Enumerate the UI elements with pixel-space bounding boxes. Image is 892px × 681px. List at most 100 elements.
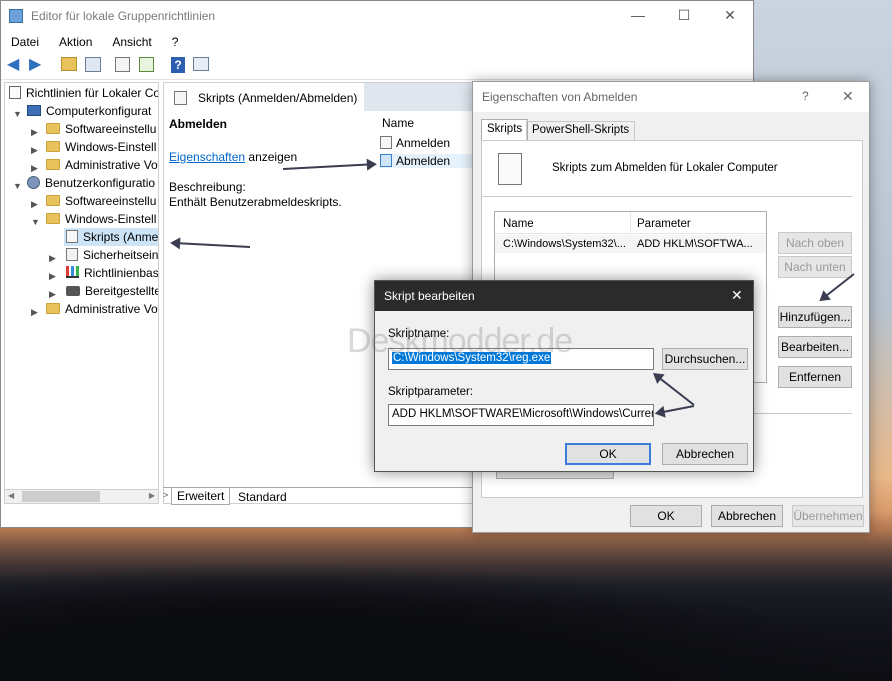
edit-dialog-title: Skript bearbeiten [375, 281, 753, 311]
tree-computer-config[interactable]: Computerkonfigurat [27, 102, 151, 120]
show-hide-tree-icon[interactable] [85, 57, 101, 72]
help-button[interactable]: ? [802, 89, 809, 103]
export-icon[interactable] [139, 57, 154, 72]
menu-help[interactable]: ? [162, 31, 189, 53]
cancel-button[interactable]: Abbrechen [662, 443, 748, 465]
tab-skripts[interactable]: Skripts [481, 119, 529, 141]
expand-chevron[interactable]: ▶ [31, 163, 38, 174]
tree-item[interactable]: Bereitgestellte [64, 282, 158, 300]
move-up-button[interactable]: Nach oben [778, 232, 852, 254]
close-button[interactable]: ✕ [731, 287, 743, 304]
list-item-anmelden[interactable]: Anmelden [380, 136, 450, 150]
add-button[interactable]: Hinzufügen... [778, 306, 852, 328]
expand-chevron[interactable]: ▶ [49, 271, 56, 282]
edit-script-dialog: Skript bearbeiten ✕ Skriptname: C:\Windo… [374, 280, 754, 472]
scripts-heading: Skripts zum Abmelden für Lokaler Compute… [552, 162, 778, 174]
forward-icon[interactable]: ▶ [29, 57, 47, 75]
section-title: Abmelden [169, 117, 228, 131]
computer-icon [27, 105, 41, 116]
properties-icon[interactable] [115, 57, 130, 72]
tree-user-config[interactable]: Benutzerkonfiguratio [27, 174, 155, 192]
minimize-button[interactable]: — [615, 1, 661, 31]
folder-icon [46, 213, 60, 224]
chart-icon [66, 266, 79, 278]
tree-horizontal-scrollbar[interactable]: ◀ ▶ [4, 489, 159, 504]
expand-chevron[interactable]: ▶ [31, 145, 38, 156]
folder-icon [46, 123, 60, 134]
tab-scroll-icon[interactable]: > [163, 490, 168, 500]
properties-suffix: anzeigen [248, 150, 298, 164]
expand-chevron[interactable]: ▶ [49, 253, 56, 264]
printer-icon [66, 286, 80, 296]
expand-chevron[interactable]: ▶ [31, 199, 38, 210]
script-parameter-input[interactable]: ADD HKLM\SOFTWARE\Microsoft\Windows\Curr… [388, 404, 654, 426]
script-row-name: C:\Windows\System32\... [503, 238, 626, 250]
collapse-chevron[interactable]: ▼ [31, 217, 40, 227]
column-name[interactable]: Name [503, 218, 534, 230]
filter-icon[interactable] [193, 57, 209, 71]
properties-dialog-title: Eigenschaften von Abmelden [473, 82, 869, 112]
ok-button[interactable]: OK [565, 443, 651, 465]
properties-line: Eigenschaften anzeigen [169, 150, 297, 164]
menu-aktion[interactable]: Aktion [49, 31, 102, 53]
up-folder-icon[interactable] [61, 57, 77, 71]
script-icon [66, 230, 78, 243]
tab-standard[interactable]: Standard [233, 489, 292, 506]
edit-button[interactable]: Bearbeiten... [778, 336, 852, 358]
maximize-button[interactable]: ☐ [661, 1, 707, 31]
back-icon[interactable]: ◀ [7, 57, 25, 75]
expand-chevron[interactable]: ▶ [31, 307, 38, 318]
tree-root[interactable]: Richtlinien für Lokaler Co [9, 84, 158, 102]
tree-item[interactable]: Windows-Einstell [46, 138, 156, 156]
tree-item-scripts-selected[interactable]: Skripts (Anmel [64, 228, 158, 246]
list-item-abmelden[interactable]: Abmelden [380, 154, 475, 168]
move-down-button[interactable]: Nach unten [778, 256, 852, 278]
help-icon[interactable]: ? [171, 57, 185, 73]
tree-item[interactable]: Administrative Vo [46, 156, 158, 174]
tab-powershell-skripts[interactable]: PowerShell-Skripts [526, 121, 636, 141]
browse-button[interactable]: Durchsuchen... [662, 348, 748, 370]
tree-item[interactable]: Softwareeinstellu [46, 120, 156, 138]
scroll-right-icon[interactable]: ▶ [149, 491, 155, 500]
description-label: Beschreibung: [169, 180, 246, 194]
menu-ansicht[interactable]: Ansicht [102, 31, 161, 53]
menu-bar: Datei Aktion Ansicht ? [1, 31, 753, 53]
apply-button[interactable]: Übernehmen [792, 505, 864, 527]
view-tabs: > Erweitert Standard [163, 487, 474, 505]
remove-button[interactable]: Entfernen [778, 366, 852, 388]
script-icon [380, 154, 392, 167]
app-icon [9, 9, 23, 23]
properties-link[interactable]: Eigenschaften [169, 150, 245, 164]
script-parameter-label: Skriptparameter: [388, 386, 474, 398]
close-button[interactable]: ✕ [842, 88, 854, 105]
column-header-name[interactable]: Name [382, 116, 414, 130]
folder-icon [46, 195, 60, 206]
expand-chevron[interactable]: ▶ [31, 127, 38, 138]
tree-item[interactable]: Windows-Einstell [46, 210, 156, 228]
user-icon [27, 176, 40, 189]
menu-datei[interactable]: Datei [1, 31, 49, 53]
collapse-chevron[interactable]: ▼ [13, 109, 22, 119]
collapse-chevron[interactable]: ▼ [13, 181, 22, 191]
close-button[interactable]: ✕ [707, 1, 753, 31]
folder-icon [46, 159, 60, 170]
ok-button[interactable]: OK [630, 505, 702, 527]
script-document-icon [498, 153, 522, 185]
tree-item[interactable]: Administrative Vo [46, 300, 158, 318]
tab-erweitert[interactable]: Erweitert [171, 488, 231, 505]
tree-item[interactable]: Softwareeinstellu [46, 192, 156, 210]
scroll-left-icon[interactable]: ◀ [8, 491, 14, 500]
divider [482, 196, 852, 197]
cancel-button[interactable]: Abbrechen [711, 505, 783, 527]
scrollbar-thumb[interactable] [22, 491, 100, 502]
expand-chevron[interactable]: ▶ [49, 289, 56, 300]
tree-item[interactable]: Richtlinienbas [64, 264, 158, 282]
tree-item[interactable]: Sicherheitsein [64, 246, 158, 264]
script-icon [380, 136, 392, 149]
column-parameter[interactable]: Parameter [637, 218, 691, 230]
script-name-input[interactable]: C:\Windows\System32\reg.exe [388, 348, 654, 370]
toolbar: ◀ ▶ ? [1, 53, 753, 80]
policy-icon [9, 86, 21, 99]
security-icon [66, 248, 78, 261]
background-hills [0, 561, 892, 681]
